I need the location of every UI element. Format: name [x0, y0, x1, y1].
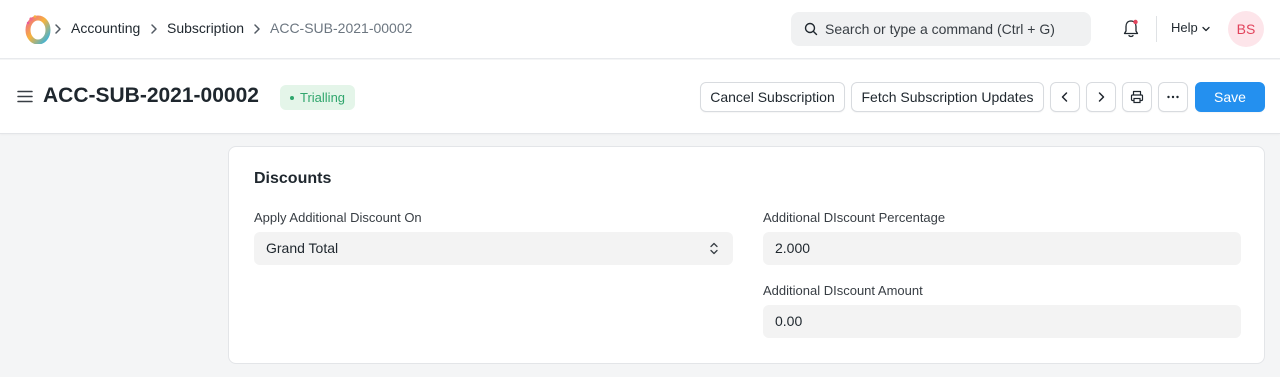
- more-icon: [1167, 95, 1179, 99]
- breadcrumb-accounting[interactable]: Accounting: [71, 20, 140, 36]
- status-dot: [290, 96, 294, 100]
- discount-percentage-label: Additional DIscount Percentage: [763, 210, 946, 225]
- page-title: ACC-SUB-2021-00002: [43, 84, 259, 107]
- more-actions-button[interactable]: [1158, 82, 1188, 112]
- search-icon: [804, 22, 818, 36]
- help-menu[interactable]: Help: [1171, 20, 1211, 35]
- next-doc-button[interactable]: [1086, 82, 1116, 112]
- chevron-left-icon: [1061, 92, 1068, 102]
- select-updown-icon: [710, 242, 718, 255]
- apply-discount-on-value: Grand Total: [266, 240, 339, 256]
- help-label: Help: [1171, 20, 1198, 35]
- app-logo-icon[interactable]: [24, 14, 52, 44]
- navbar-divider: [1156, 16, 1157, 42]
- apply-discount-on-select[interactable]: Grand Total: [254, 232, 733, 265]
- discount-amount-field[interactable]: 0.00: [763, 305, 1241, 338]
- breadcrumb-subscription[interactable]: Subscription: [167, 20, 244, 36]
- chevron-down-icon: [1202, 26, 1210, 31]
- apply-discount-on-label: Apply Additional Discount On: [254, 210, 422, 225]
- fetch-subscription-updates-button[interactable]: Fetch Subscription Updates: [851, 82, 1044, 112]
- discount-amount-label: Additional DIscount Amount: [763, 283, 923, 298]
- page-head: ACC-SUB-2021-00002 Trialling Cancel Subs…: [0, 60, 1280, 134]
- chevron-right-icon: [55, 24, 61, 34]
- discounts-card: Discounts Apply Additional Discount On G…: [228, 146, 1265, 364]
- hamburger-icon[interactable]: [17, 90, 33, 103]
- print-button[interactable]: [1122, 82, 1152, 112]
- avatar[interactable]: BS: [1228, 11, 1264, 47]
- search-bar[interactable]: [791, 12, 1091, 46]
- search-input[interactable]: [825, 12, 1085, 46]
- status-badge: Trialling: [280, 85, 356, 110]
- chevron-right-icon: [254, 24, 260, 34]
- breadcrumb-current: ACC-SUB-2021-00002: [270, 20, 413, 36]
- bell-icon[interactable]: [1121, 18, 1141, 40]
- printer-icon: [1130, 90, 1144, 104]
- status-label: Trialling: [300, 90, 346, 105]
- chevron-right-icon: [151, 24, 157, 34]
- navbar: Accounting Subscription ACC-SUB-2021-000…: [0, 0, 1280, 59]
- chevron-right-icon: [1098, 92, 1105, 102]
- discount-percentage-field[interactable]: 2.000: [763, 232, 1241, 265]
- section-title: Discounts: [254, 170, 332, 187]
- save-button[interactable]: Save: [1195, 82, 1265, 112]
- cancel-subscription-button[interactable]: Cancel Subscription: [700, 82, 845, 112]
- previous-doc-button[interactable]: [1050, 82, 1080, 112]
